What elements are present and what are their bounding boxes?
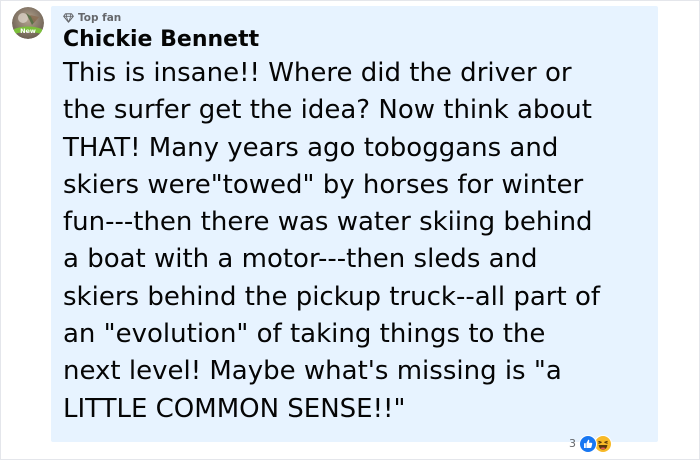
- comment-bubble: Top fan Chickie Bennett This is insane!!…: [51, 6, 658, 442]
- top-fan-badge: Top fan: [63, 12, 121, 24]
- comment-card: New Top fan Chickie Bennett This is insa…: [0, 0, 700, 460]
- diamond-icon: [63, 13, 74, 23]
- avatar-image: New: [12, 7, 44, 39]
- like-icon: [579, 435, 597, 453]
- badge-label: Top fan: [78, 12, 122, 24]
- avatar[interactable]: New: [12, 7, 44, 39]
- reaction-count: 3: [569, 437, 576, 450]
- comment-text: This is insane!! Where did the driver or…: [63, 58, 600, 424]
- avatar-new-badge: New: [20, 27, 36, 35]
- reactions-summary[interactable]: 3: [569, 433, 612, 455]
- author-name[interactable]: Chickie Bennett: [63, 27, 259, 53]
